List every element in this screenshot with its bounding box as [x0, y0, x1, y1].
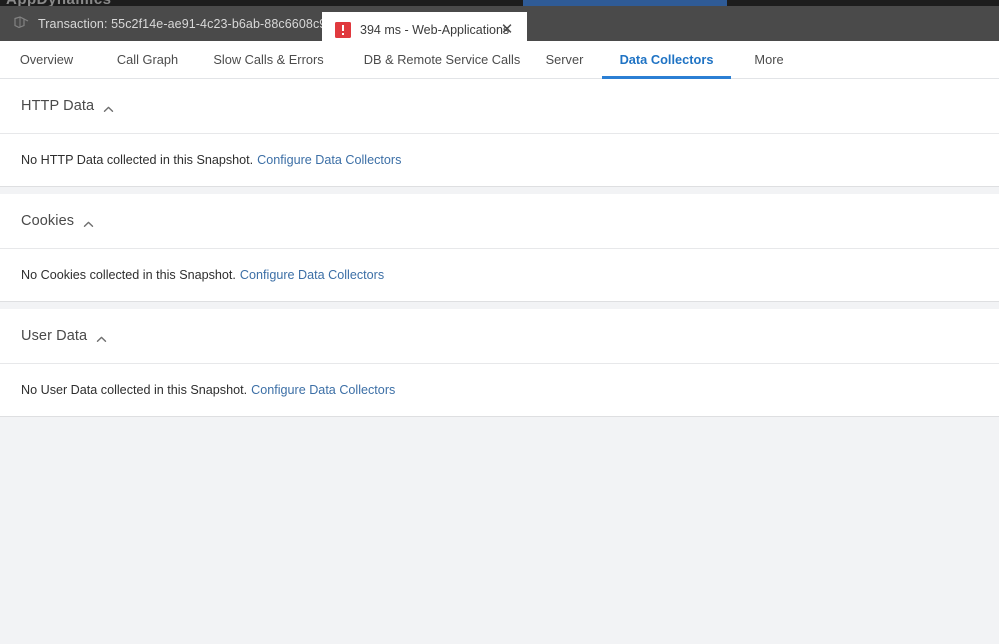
nav-tab-label: Server	[545, 52, 584, 67]
transaction-id-label: Transaction: 55c2f14e-ae91-4c23-b6ab-88c…	[38, 16, 348, 31]
transaction-flow-icon	[14, 16, 30, 31]
section-title: HTTP Data	[21, 98, 95, 114]
nav-tab-label: Slow Calls & Errors	[213, 52, 324, 67]
nav-tab-more[interactable]: More	[733, 41, 805, 78]
section-header-user-data[interactable]: User Data	[0, 309, 999, 364]
nav-tab-data-collectors[interactable]: Data Collectors	[602, 41, 731, 79]
snapshot-tab-label: 394 ms - Web-Applications	[360, 22, 510, 37]
nav-tab-db-remote-service-calls[interactable]: DB & Remote Service Calls	[343, 41, 541, 78]
section-header-cookies[interactable]: Cookies	[0, 194, 999, 249]
chevron-up-icon[interactable]	[96, 332, 107, 343]
nav-tab-call-graph[interactable]: Call Graph	[96, 41, 199, 78]
section-empty-state: No User Data collected in this Snapshot.…	[0, 364, 999, 416]
snapshot-window-header: Transaction: 55c2f14e-ae91-4c23-b6ab-88c…	[0, 6, 999, 47]
section-empty-state: No HTTP Data collected in this Snapshot.…	[0, 134, 999, 186]
empty-state-message: No User Data collected in this Snapshot.	[21, 383, 248, 397]
chevron-up-icon[interactable]	[83, 217, 94, 228]
nav-tab-label: Data Collectors	[619, 52, 714, 67]
error-exclamation-icon	[335, 21, 351, 38]
section-panel: Cookies No Cookies collected in this Snap…	[0, 194, 999, 302]
nav-tab-slow-calls-errors[interactable]: Slow Calls & Errors	[191, 41, 346, 78]
section-panel: HTTP Data No HTTP Data collected in this …	[0, 79, 999, 187]
configure-data-collectors-link[interactable]: Configure Data Collectors	[257, 153, 401, 167]
nav-tab-label: Call Graph	[116, 52, 179, 67]
empty-state-message: No Cookies collected in this Snapshot.	[21, 268, 236, 282]
section-title: Cookies	[21, 213, 75, 229]
nav-tab-server[interactable]: Server	[527, 41, 602, 78]
empty-state-message: No HTTP Data collected in this Snapshot.	[21, 153, 254, 167]
nav-tab-label: Overview	[19, 52, 74, 67]
close-icon[interactable]: ✕	[499, 21, 515, 37]
configure-data-collectors-link[interactable]: Configure Data Collectors	[251, 383, 395, 397]
section-empty-state: No Cookies collected in this Snapshot. Co…	[0, 249, 999, 301]
snapshot-nav-strip: Overview Call Graph Slow Calls & Errors DB …	[0, 41, 999, 79]
section-header-http-data[interactable]: HTTP Data	[0, 79, 999, 134]
data-collectors-content: HTTP Data No HTTP Data collected in this …	[0, 79, 999, 644]
configure-data-collectors-link[interactable]: Configure Data Collectors	[240, 268, 384, 282]
nav-tab-label: More	[754, 52, 784, 67]
chevron-up-icon[interactable]	[103, 102, 114, 113]
section-title: User Data	[21, 328, 88, 344]
transaction-title: Transaction: 55c2f14e-ae91-4c23-b6ab-88c…	[8, 8, 358, 39]
section-panel: User Data No User Data collected in this …	[0, 309, 999, 417]
nav-tab-label: DB & Remote Service Calls	[363, 52, 521, 67]
nav-tab-overview[interactable]: Overview	[0, 41, 93, 78]
